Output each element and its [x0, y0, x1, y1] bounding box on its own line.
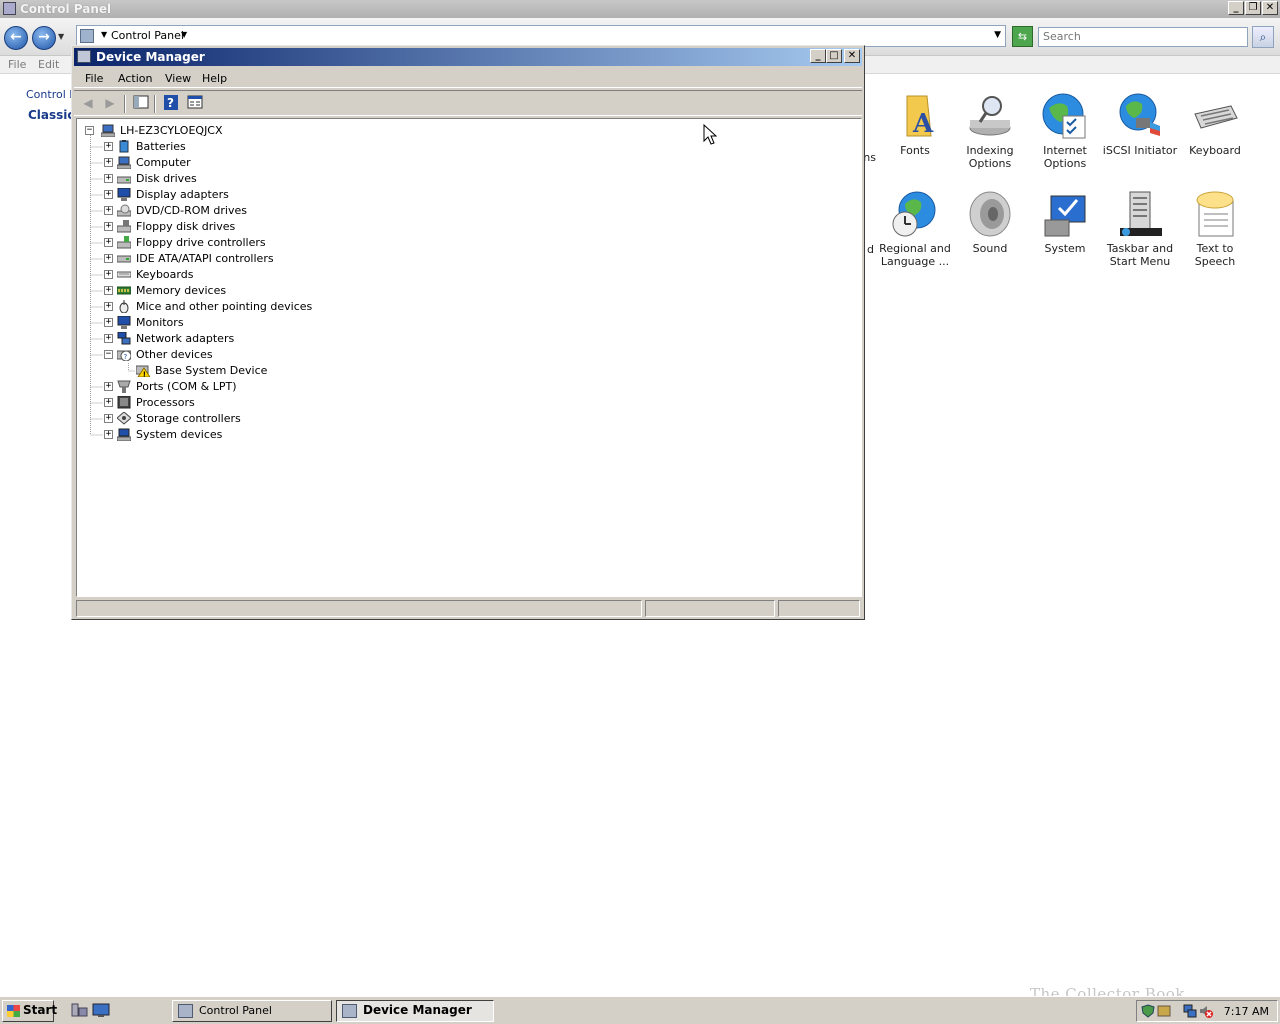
tree-guide-lines: [90, 135, 135, 436]
dm-menu-file[interactable]: File: [85, 72, 103, 85]
properties-icon[interactable]: [186, 95, 204, 111]
cp-item-label: Regional and Language ...: [879, 242, 951, 268]
chevron-down-icon[interactable]: ▼: [181, 30, 187, 39]
cp-item-taskbar-start-menu[interactable]: Taskbar and Start Menu: [1102, 190, 1178, 268]
clock[interactable]: 7:17 AM: [1224, 1005, 1269, 1018]
cp-item-label: System: [1044, 242, 1086, 255]
cp-item-label: Sound: [972, 242, 1008, 255]
keyboard-icon: [1191, 92, 1239, 140]
dm-minimize-button[interactable]: _: [810, 49, 826, 63]
taskbar-icon: [1116, 190, 1164, 238]
menu-file[interactable]: File: [8, 58, 26, 71]
back-button[interactable]: ←: [4, 26, 28, 50]
cp-item-iscsi-initiator[interactable]: iSCSI Initiator: [1102, 92, 1178, 157]
task-label: Control Panel: [199, 1004, 272, 1017]
cp-restore-button[interactable]: ❐: [1245, 1, 1261, 15]
menu-edit[interactable]: Edit: [38, 58, 59, 71]
status-pane-3: [778, 600, 860, 617]
control-panel-crumb-icon: [80, 29, 94, 43]
search-input[interactable]: Search: [1038, 27, 1248, 47]
device-manager-titlebar[interactable]: Device Manager _ □ ✕: [74, 48, 862, 66]
security-shield-icon[interactable]: [1141, 1004, 1155, 1018]
svg-text:?: ?: [167, 96, 174, 110]
volume-muted-icon[interactable]: [1199, 1004, 1213, 1018]
status-pane-main: [76, 600, 642, 617]
cp-item-label: Fonts: [900, 144, 930, 157]
device-manager-menubar: File Action View Help: [74, 68, 862, 88]
device-manager-toolbar: ◀ ▶ ?: [74, 90, 862, 116]
cp-item-label: Indexing Options: [966, 144, 1014, 170]
cp-item-keyboard[interactable]: Keyboard: [1177, 92, 1253, 157]
recent-pages-dropdown-icon[interactable]: ▼: [58, 32, 64, 41]
show-hide-console-tree-icon[interactable]: [132, 95, 150, 111]
chevron-down-icon[interactable]: ▼: [101, 30, 107, 39]
device-manager-title: Device Manager: [96, 50, 205, 64]
regional-icon: [891, 190, 939, 238]
help-icon[interactable]: ?: [162, 95, 180, 111]
control-panel-home-link[interactable]: Control P: [26, 88, 76, 101]
control-panel-title: Control Panel: [20, 2, 112, 16]
mouse-cursor-icon: [703, 124, 717, 145]
cp-item-label: Keyboard: [1189, 144, 1241, 157]
fonts-folder-icon: A: [891, 92, 939, 140]
quicklaunch-show-desktop-icon[interactable]: [92, 1002, 110, 1018]
control-panel-app-icon: [3, 2, 16, 15]
internet-options-icon: [1041, 92, 1089, 140]
breadcrumb-control-panel[interactable]: Control Panel: [111, 29, 184, 42]
system-icon: [1041, 190, 1089, 238]
dm-menu-action[interactable]: Action: [118, 72, 152, 85]
cp-item-label: iSCSI Initiator: [1102, 144, 1178, 157]
quicklaunch-server-manager-icon[interactable]: [70, 1002, 88, 1018]
cp-item-label: Text to Speech: [1194, 242, 1236, 268]
forward-arrow-icon[interactable]: ▶: [101, 95, 119, 111]
device-manager-app-icon: [77, 50, 91, 63]
cp-item-internet-options[interactable]: Internet Options: [1027, 92, 1103, 170]
status-pane-2: [645, 600, 775, 617]
cp-item-indexing-options[interactable]: Indexing Options: [952, 92, 1028, 170]
forward-button[interactable]: →: [32, 26, 56, 50]
task-device-manager[interactable]: Device Manager: [336, 1000, 494, 1022]
cp-item-sound[interactable]: Sound: [952, 190, 1028, 255]
task-label: Device Manager: [363, 1003, 472, 1017]
device-manager-window[interactable]: Device Manager _ □ ✕ File Action View He…: [71, 45, 865, 620]
control-panel-titlebar[interactable]: Control Panel _ ❐ ✕: [0, 0, 1280, 18]
windows-logo-icon: [7, 1005, 20, 1017]
cp-close-button[interactable]: ✕: [1262, 1, 1278, 15]
cp-item-system[interactable]: System: [1027, 190, 1103, 255]
dm-close-button[interactable]: ✕: [844, 49, 860, 63]
dm-menu-help[interactable]: Help: [202, 72, 227, 85]
device-tree[interactable]: − LH-EZ3CYLOEQJCX + Batteries + Computer…: [76, 118, 862, 597]
svg-text:A: A: [912, 109, 934, 139]
address-bar[interactable]: ▼ Control Panel ▼ ▼: [76, 25, 1006, 47]
cp-item-label: Internet Options: [1043, 144, 1087, 170]
dm-maximize-button[interactable]: □: [826, 49, 842, 63]
toolbar-separator: [154, 95, 156, 113]
control-panel-task-icon: [178, 1004, 193, 1018]
iscsi-icon: [1116, 92, 1164, 140]
speech-icon: [1191, 190, 1239, 238]
cp-item-fonts[interactable]: A Fonts: [877, 92, 953, 157]
device-manager-task-icon: [342, 1004, 357, 1018]
device-manager-statusbar: [74, 599, 862, 618]
cp-item-regional-language[interactable]: Regional and Language ...: [877, 190, 953, 268]
dm-menu-view[interactable]: View: [165, 72, 191, 85]
network-icon[interactable]: [1183, 1004, 1197, 1018]
tray-app-icon[interactable]: [1157, 1004, 1171, 1018]
toolbar-separator: [124, 95, 126, 113]
task-control-panel[interactable]: Control Panel: [172, 1000, 332, 1022]
cp-minimize-button[interactable]: _: [1228, 1, 1244, 15]
back-arrow-icon[interactable]: ◀: [79, 95, 97, 111]
cp-item-label: Taskbar and Start Menu: [1106, 242, 1174, 268]
start-button[interactable]: Start: [2, 1000, 58, 1022]
indexing-icon: [966, 92, 1014, 140]
address-dropdown-icon[interactable]: ▼: [994, 30, 1001, 40]
cp-item-text-to-speech[interactable]: Text to Speech: [1177, 190, 1253, 268]
sound-icon: [966, 190, 1014, 238]
search-icon[interactable]: ⌕: [1252, 26, 1274, 48]
start-label: Start: [23, 1003, 58, 1017]
system-tray: 7:17 AM: [1136, 1000, 1278, 1022]
taskbar: Start Control Panel Device Manager 7:17 …: [0, 996, 1280, 1024]
refresh-button[interactable]: ⇆: [1012, 26, 1033, 47]
